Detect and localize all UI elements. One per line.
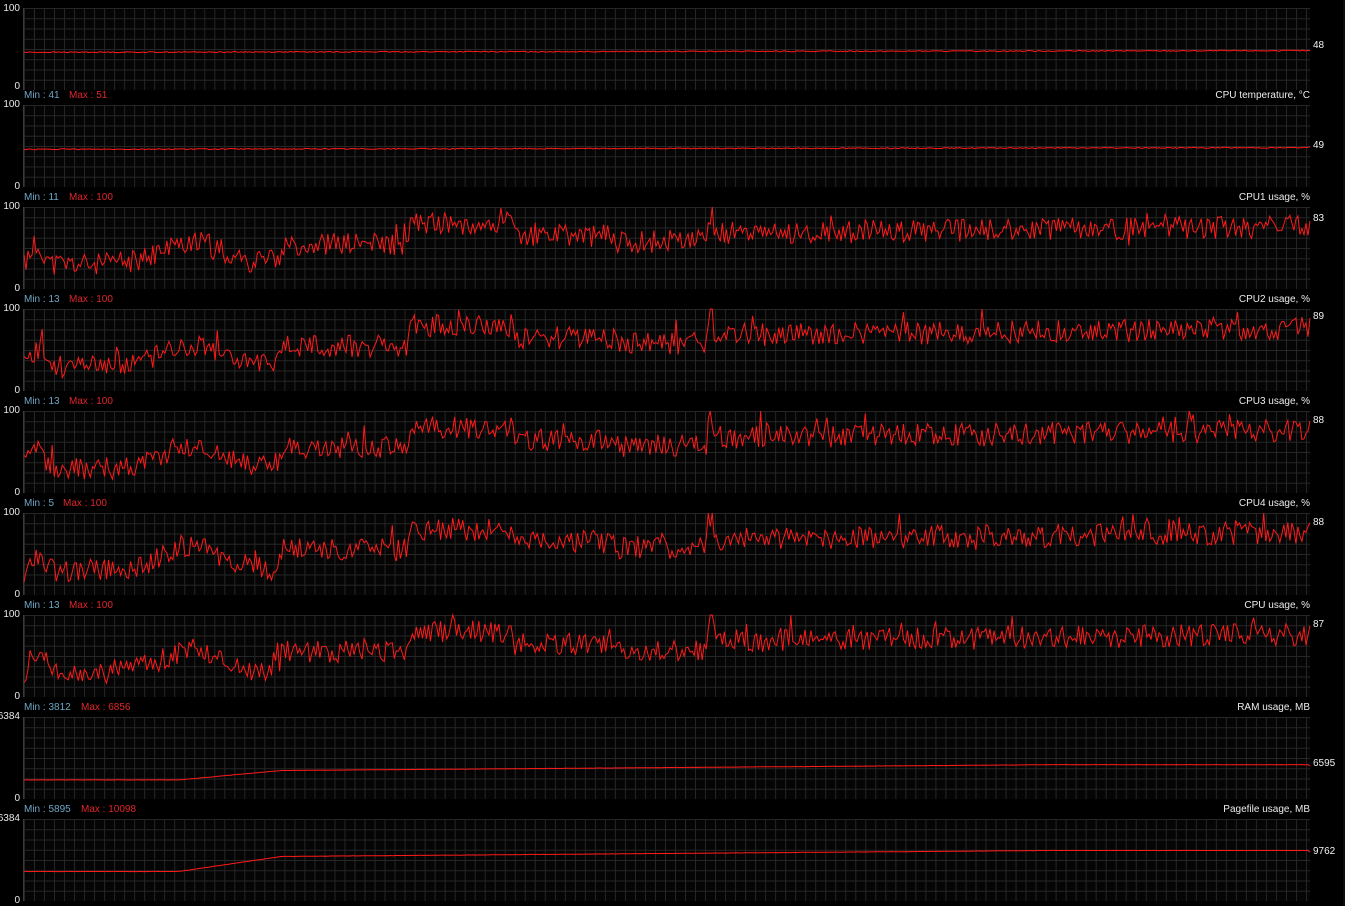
max-label: Max : 51 — [69, 90, 108, 101]
axis-max-label: 100 — [3, 609, 20, 620]
series-line-cpu-usage — [23, 613, 1311, 685]
current-value: 88 — [1313, 517, 1325, 528]
axis-max-label: 16384 — [0, 813, 20, 824]
graph-header: Min : 11 Max : 100 CPU1 usage, % — [23, 192, 1310, 204]
axis-max-label: 100 — [3, 201, 20, 212]
graph-header: Min : 3812 Max : 6856 RAM usage, MB — [23, 702, 1310, 714]
graph-title: Pagefile usage, MB — [1223, 804, 1310, 815]
line-graph — [23, 410, 1311, 481]
min-label: Min : 5 — [24, 498, 55, 509]
axis-max-label: 100 — [3, 3, 20, 14]
line-graph — [23, 512, 1311, 583]
graph-title: CPU4 usage, % — [1238, 498, 1310, 509]
plot-area[interactable] — [23, 105, 1311, 187]
graph-header: Min : 13 Max : 100 CPU usage, % — [23, 600, 1310, 612]
axis-min-label: 0 — [14, 895, 20, 906]
graph-header: Min : 13 Max : 100 CPU3 usage, % — [23, 396, 1310, 408]
graph-header: Min : 41 Max : 51 CPU temperature, °C — [23, 90, 1310, 102]
axis-min-label: 0 — [14, 487, 20, 498]
min-label: Min : 11 — [24, 192, 59, 203]
line-graph — [23, 49, 1311, 54]
max-label: Max : 100 — [69, 192, 113, 203]
line-graph — [23, 613, 1311, 685]
graph-header: Min : 5895 Max : 10098 Pagefile usage, M… — [23, 804, 1310, 816]
series-line-gpu-temp — [23, 49, 1311, 54]
series-line-ram-usage — [23, 764, 1311, 781]
current-value: 48 — [1313, 40, 1325, 51]
max-label: Max : 100 — [69, 396, 113, 407]
current-value: 88 — [1313, 415, 1325, 426]
line-graph — [23, 308, 1311, 380]
series-line-cpu2-usage — [23, 308, 1311, 380]
graph-header: Min : 5 Max : 100 CPU4 usage, % — [23, 498, 1310, 510]
min-label: Min : 13 — [24, 294, 60, 305]
current-value: 87 — [1313, 619, 1325, 630]
line-graph — [23, 206, 1311, 275]
axis-max-label: 16384 — [0, 711, 20, 722]
graph-header: Min : 13 Max : 100 CPU2 usage, % — [23, 294, 1310, 306]
graph-title: RAM usage, MB — [1237, 702, 1310, 713]
max-label: Max : 100 — [63, 498, 107, 509]
axis-min-label: 0 — [14, 589, 20, 600]
min-label: Min : 5895 — [24, 804, 71, 815]
series-line-pagefile-usage — [24, 849, 1311, 873]
plot-area[interactable] — [23, 819, 1311, 901]
min-label: Min : 41 — [24, 90, 60, 101]
current-value: 49 — [1313, 140, 1325, 151]
graph-title: CPU3 usage, % — [1238, 396, 1310, 407]
plot-area[interactable] — [23, 512, 1311, 595]
min-label: Min : 13 — [24, 396, 60, 407]
axis-min-label: 0 — [14, 181, 20, 192]
axis-max-label: 100 — [3, 99, 20, 110]
graph-title: CPU temperature, °C — [1215, 90, 1310, 101]
plot-area[interactable] — [23, 410, 1311, 493]
current-value: 89 — [1313, 311, 1325, 322]
plot-area[interactable] — [23, 717, 1311, 799]
axis-min-label: 0 — [14, 385, 20, 396]
max-label: Max : 10098 — [81, 804, 137, 815]
max-label: Max : 100 — [69, 600, 113, 611]
plot-area[interactable] — [23, 8, 1311, 90]
axis-min-label: 0 — [14, 81, 20, 92]
hardware-monitor: 100 48 0 Min : 41 Max : 51 CPU temperatu… — [0, 0, 1345, 906]
max-label: Max : 6856 — [81, 702, 131, 713]
line-graph — [24, 849, 1311, 873]
line-graph — [23, 146, 1311, 151]
max-label: Max : 100 — [69, 294, 113, 305]
series-line-cpu3-usage — [23, 410, 1311, 481]
graph-title: CPU usage, % — [1244, 600, 1310, 611]
series-line-cpu1-usage — [23, 206, 1311, 275]
plot-area[interactable] — [23, 613, 1311, 697]
min-label: Min : 13 — [24, 600, 60, 611]
plot-area[interactable] — [23, 206, 1311, 289]
graph-title: CPU1 usage, % — [1238, 192, 1310, 203]
series-line-cpu-temp — [23, 146, 1311, 151]
plot-area[interactable] — [23, 308, 1311, 391]
axis-max-label: 100 — [3, 507, 20, 518]
current-value: 6595 — [1313, 758, 1336, 769]
series-line-cpu4-usage — [23, 512, 1311, 583]
current-value: 83 — [1313, 213, 1325, 224]
axis-min-label: 0 — [14, 793, 20, 804]
axis-min-label: 0 — [14, 283, 20, 294]
current-value: 9762 — [1313, 846, 1336, 857]
axis-max-label: 100 — [3, 405, 20, 416]
axis-min-label: 0 — [14, 691, 20, 702]
line-graph — [23, 764, 1311, 781]
graph-title: CPU2 usage, % — [1238, 294, 1310, 305]
axis-max-label: 100 — [3, 303, 20, 314]
min-label: Min : 3812 — [24, 702, 71, 713]
